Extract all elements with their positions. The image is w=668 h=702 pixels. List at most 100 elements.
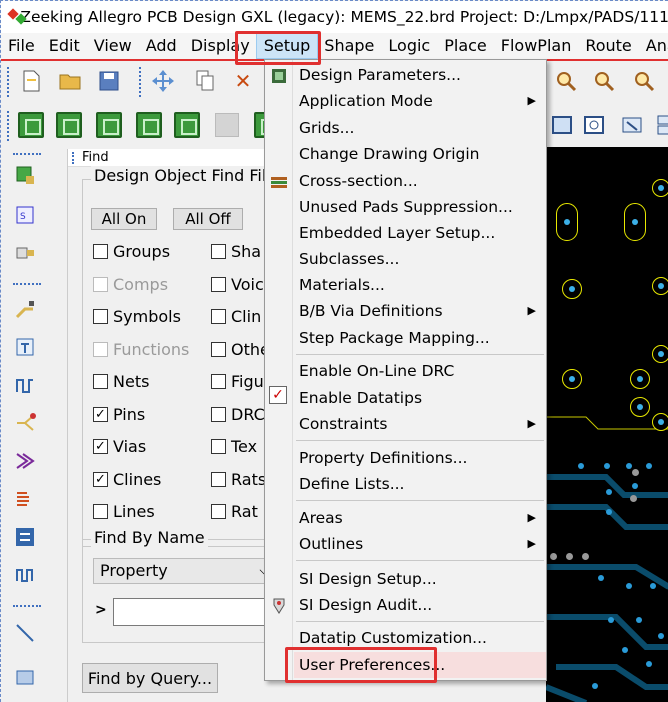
toolbar-grip[interactable] (139, 67, 142, 97)
filter-nets-checkbox[interactable]: Nets (93, 372, 149, 391)
menu-view[interactable]: View (87, 34, 139, 58)
filter-figures-checkbox[interactable]: Figu (211, 372, 264, 391)
add-line-icon[interactable] (11, 295, 39, 323)
filter-clines-checkbox[interactable]: ✓ Clines (93, 470, 161, 489)
toolbar-grip[interactable] (7, 111, 10, 141)
menu-item-si-design-setup[interactable]: SI Design Setup... (294, 566, 546, 592)
add-connect-icon[interactable] (17, 111, 45, 139)
svg-text:S: S (20, 212, 26, 222)
menu-shape[interactable]: Shape (317, 34, 381, 58)
cross-section-icon (269, 172, 289, 192)
draw-rect-icon[interactable] (11, 663, 39, 691)
move-icon[interactable] (149, 67, 177, 95)
filter-text-checkbox[interactable]: Tex (211, 437, 257, 456)
filter-pins-checkbox[interactable]: ✓ Pins (93, 405, 145, 424)
filter-drc-checkbox[interactable]: DRC (211, 405, 265, 424)
setup-highlight-box (235, 31, 321, 65)
bundle-icon[interactable] (11, 447, 39, 475)
menu-logic[interactable]: Logic (381, 34, 437, 58)
copy-icon[interactable] (191, 67, 219, 95)
toolbar-grip[interactable] (13, 283, 41, 286)
menu-add[interactable]: Add (139, 34, 184, 58)
delete-icon[interactable]: ✕ (229, 67, 257, 95)
zoom-in-icon[interactable] (590, 67, 618, 95)
find-panel-header[interactable]: Find (68, 149, 279, 167)
menu-item-materials[interactable]: Materials... (294, 272, 546, 298)
pcb-via (632, 483, 638, 489)
menu-flowplan[interactable]: FlowPlan (494, 34, 579, 58)
all-off-button[interactable]: All Off (173, 208, 243, 230)
menu-file[interactable]: File (1, 34, 42, 58)
new-file-icon[interactable] (17, 67, 45, 95)
menu-item-constraints[interactable]: Constraints ▶ (294, 411, 546, 437)
menu-place[interactable]: Place (437, 34, 494, 58)
pcb-pad (624, 203, 646, 241)
property-select[interactable]: Property⌵ (93, 558, 281, 584)
pcb-canvas[interactable] (546, 147, 668, 702)
draw-line-icon[interactable] (11, 619, 39, 647)
add-text-icon[interactable] (11, 333, 39, 361)
menu-item-cross-section[interactable]: Cross-section... (294, 168, 546, 194)
swap-pins-icon[interactable] (11, 239, 39, 267)
route-trace-icon[interactable] (11, 371, 39, 399)
toolbar-grip[interactable] (13, 605, 41, 608)
menu-route[interactable]: Route (578, 34, 638, 58)
vertex-icon[interactable] (173, 111, 201, 139)
open-folder-icon[interactable] (57, 67, 85, 95)
name-search-input[interactable] (113, 598, 281, 626)
menu-item-application-mode[interactable]: Application Mode ▶ (294, 88, 546, 114)
menu-item-enable-datatips[interactable]: Enable Datatips (294, 385, 546, 411)
pcb-pad (630, 397, 650, 417)
menu-item-grids[interactable]: Grids... (294, 115, 546, 141)
custom-smooth-icon[interactable] (135, 111, 163, 139)
menu-item-change-drawing-origin[interactable]: Change Drawing Origin (294, 141, 546, 167)
find-by-query-button[interactable]: Find by Query... (82, 663, 218, 693)
filter-other-segs-checkbox[interactable]: Othe (211, 340, 270, 359)
shape-rect-icon[interactable] (548, 111, 576, 139)
filter-ratsnests-checkbox[interactable]: Rats (211, 470, 266, 489)
shape-edit-icon[interactable] (618, 111, 646, 139)
menu-item-outlines[interactable]: Outlines ▶ (294, 531, 546, 557)
all-on-button[interactable]: All On (91, 208, 157, 230)
menu-separator (296, 440, 544, 441)
toolbar-grip[interactable] (13, 153, 41, 156)
fanout-icon[interactable] (11, 409, 39, 437)
menu-item-step-package-mapping[interactable]: Step Package Mapping... (294, 325, 546, 351)
filter-shapes-checkbox[interactable]: Sha (211, 242, 261, 261)
delay-tune-side-icon[interactable] (11, 561, 39, 589)
menu-item-embedded-layer-setup[interactable]: Embedded Layer Setup... (294, 220, 546, 246)
manual-place-icon[interactable] (11, 161, 39, 189)
toolbar-grip[interactable] (7, 67, 10, 97)
slide-icon[interactable] (55, 111, 83, 139)
menu-item-design-parameters[interactable]: Design Parameters... (294, 62, 546, 88)
menu-item-define-lists[interactable]: Define Lists... (294, 471, 546, 497)
filter-vias-checkbox[interactable]: ✓ Vias (93, 437, 146, 456)
filter-lines-checkbox[interactable]: Lines (93, 502, 155, 521)
filter-symbols-checkbox[interactable]: Symbols (93, 307, 181, 326)
disabled-tool-icon (213, 111, 241, 139)
menu-item-property-definitions[interactable]: Property Definitions... (294, 445, 546, 471)
menu-item-si-design-audit[interactable]: SI Design Audit... (294, 592, 546, 618)
menu-edit[interactable]: Edit (42, 34, 87, 58)
shape-select-icon[interactable] (650, 111, 668, 139)
save-icon[interactable] (95, 67, 123, 95)
swap-icon[interactable] (11, 523, 39, 551)
pcb-via (622, 647, 628, 653)
filter-rat-ts-checkbox[interactable]: Rat (211, 502, 258, 521)
zoom-out-icon[interactable] (630, 67, 658, 95)
menu-item-bb-via-definitions[interactable]: B/B Via Definitions ▶ (294, 298, 546, 324)
menu-item-areas[interactable]: Areas ▶ (294, 505, 546, 531)
pcb-pad (556, 203, 578, 241)
zoom-fit-icon[interactable] (552, 67, 580, 95)
menu-item-subclasses[interactable]: Subclasses... (294, 246, 546, 272)
filter-cline-segs-checkbox[interactable]: Clin (211, 307, 261, 326)
delay-tune-icon[interactable] (95, 111, 123, 139)
menu-analyze[interactable]: Ana (639, 34, 668, 58)
menu-item-unused-pads-suppression[interactable]: Unused Pads Suppression... (294, 194, 546, 220)
shape-frame-icon[interactable] (580, 111, 608, 139)
menu-item-enable-online-drc[interactable]: Enable On-Line DRC (294, 358, 546, 384)
filter-groups-checkbox[interactable]: Groups (93, 242, 170, 261)
filter-voids-checkbox[interactable]: Voic (211, 275, 264, 294)
place-replicate-icon[interactable]: S (11, 201, 39, 229)
multi-route-icon[interactable] (11, 485, 39, 513)
